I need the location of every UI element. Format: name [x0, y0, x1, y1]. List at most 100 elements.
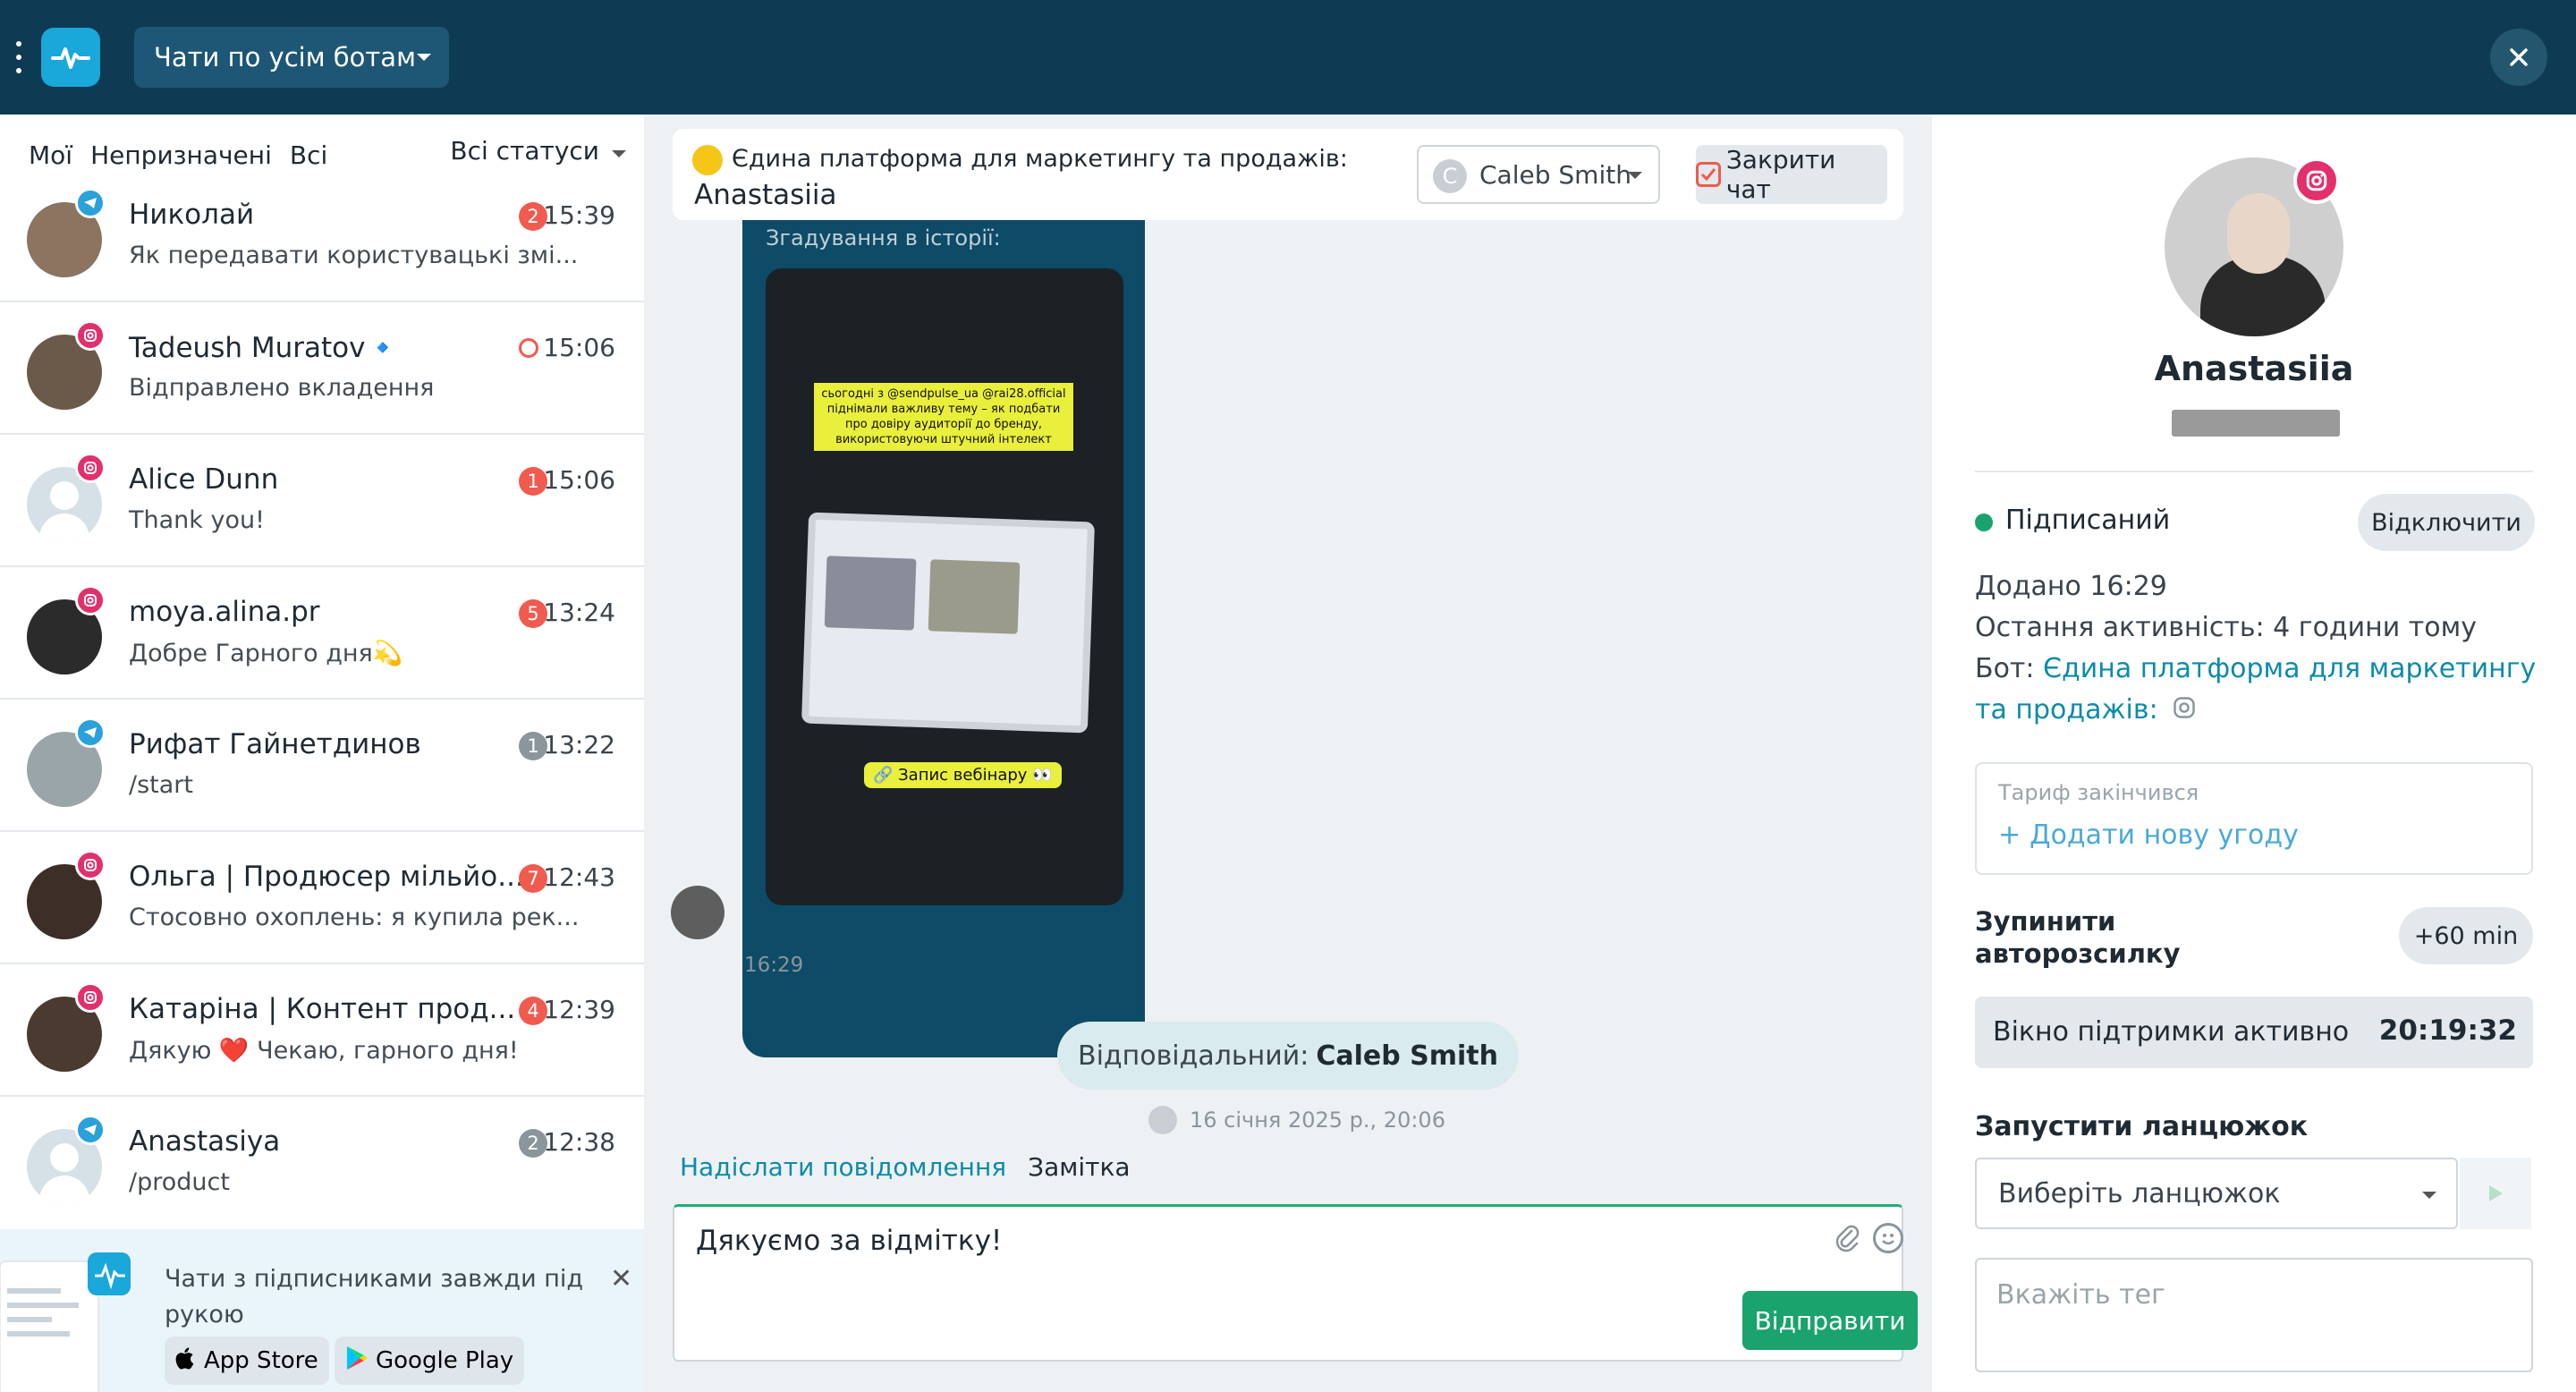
story-label: Згадування в історії:: [766, 225, 1001, 250]
filter-unassigned[interactable]: Непризначені: [90, 140, 272, 170]
bot-info-line2: та продажів:: [1975, 694, 2197, 727]
tag-input[interactable]: Вкажіть тег: [1975, 1258, 2533, 1372]
responsible-name: Caleb Smith: [1316, 1040, 1498, 1072]
mobile-app-promo: Чати з підписниками завжди під рукою App…: [0, 1229, 644, 1392]
responsible-notice: Відповідальний: Caleb Smith: [1057, 1022, 1519, 1090]
chat-last-message: Відправлено вкладення: [129, 374, 435, 402]
message-composer[interactable]: Дякуємо за відмітку! Відправити: [673, 1204, 1918, 1362]
instagram-icon: [2293, 157, 2340, 204]
chat-list-item[interactable]: Рифат Гайнетдинов /start 1 13:22: [0, 700, 644, 832]
stop-autosend-label: Зупинити авторозсилку: [1975, 906, 2181, 969]
check-icon: [1696, 162, 1721, 187]
story-mention-message: Згадування в історії: сьогодні з @sendpu…: [742, 209, 1145, 1057]
chat-name: Tadeush Muratov🔹: [129, 332, 401, 364]
event-date-text: 16 січня 2025 р., 20:06: [1190, 1108, 1445, 1133]
paperclip-icon[interactable]: [1834, 1223, 1860, 1261]
close-chat-label: Закрити чат: [1725, 145, 1836, 204]
tag-input-placeholder: Вкажіть тег: [1996, 1279, 2165, 1311]
filter-mine[interactable]: Мої: [29, 140, 72, 170]
top-bar: Чати по усім ботам: [0, 0, 2576, 115]
chat-list-item[interactable]: moya.alina.pr Добре Гарного дня💫 5 13:24: [0, 567, 644, 700]
instagram-icon: [75, 850, 106, 880]
bot-info: Бот: Єдина платформа для маркетингу: [1975, 653, 2536, 684]
instagram-icon: [75, 320, 106, 351]
close-icon[interactable]: ✕: [610, 1263, 632, 1294]
status-ring-icon: [519, 338, 538, 358]
bot-title: Єдина платформа для маркетингу та продаж…: [732, 145, 1348, 173]
bot-link[interactable]: Єдина платформа для маркетингу: [2043, 653, 2536, 684]
plus-60-min-button[interactable]: +60 min: [2399, 907, 2533, 964]
bot-link[interactable]: та продажів:: [1975, 694, 2158, 726]
menu-dots-icon[interactable]: [14, 41, 23, 73]
deal-box: Тариф закінчився + Додати нову угоду: [1975, 762, 2533, 875]
chat-name: Ольга | Продюсер мільйо...: [129, 861, 524, 893]
filter-all[interactable]: Всі: [290, 140, 327, 170]
composer-tabs: Надіслати повідомлення Замітка: [680, 1152, 1152, 1191]
disconnect-button[interactable]: Відключити: [2358, 494, 2535, 551]
chain-select-value: Виберіть ланцюжок: [1998, 1177, 2281, 1210]
chat-list-item[interactable]: Alice Dunn Thank you! 1 15:06: [0, 435, 644, 567]
chat-time: 13:22: [543, 730, 615, 760]
chat-list-item[interactable]: Ольга | Продюсер мільйо... Стосовно охоп…: [0, 832, 644, 964]
chevron-down-icon: [417, 54, 431, 61]
assignee-selector[interactable]: C Caleb Smith: [1417, 145, 1660, 204]
status-filter[interactable]: Всі статуси: [450, 136, 626, 166]
story-caption: сьогодні з @sendpulse_ua @rai28.official…: [814, 383, 1073, 451]
chat-time: 12:43: [543, 862, 615, 892]
chat-last-message: Thank you!: [129, 506, 265, 534]
google-play-label: Google Play: [376, 1347, 514, 1374]
bot-selector[interactable]: Чати по усім ботам: [134, 27, 449, 88]
emoji-icon[interactable]: [1873, 1223, 1903, 1253]
profile-name: Anastasiia: [2154, 349, 2354, 388]
chat-list-item[interactable]: Tadeush Muratov🔹 Відправлено вкладення 1…: [0, 302, 644, 435]
chat-time: 12:39: [543, 995, 615, 1024]
divider: [1975, 471, 2533, 472]
app-logo-icon[interactable]: [41, 28, 100, 87]
event-date: 16 січня 2025 р., 20:06: [1148, 1104, 1445, 1136]
contact-name: Anastasiia: [694, 179, 837, 211]
chat-name: Alice Dunn: [129, 463, 279, 496]
google-play-button[interactable]: Google Play: [335, 1337, 525, 1385]
chat-last-message: Стосовно охоплень: я купила рек...: [129, 904, 580, 931]
added-time: Додано 16:29: [1975, 571, 2167, 602]
chain-select[interactable]: Виберіть ланцюжок: [1975, 1158, 2458, 1229]
send-button[interactable]: Відправити: [1742, 1291, 1918, 1350]
chat-name: moya.alina.pr: [129, 596, 320, 628]
close-icon[interactable]: [2490, 29, 2547, 86]
status-filter-label: Всі статуси: [450, 136, 599, 166]
chat-name: Николай: [129, 199, 255, 231]
chevron-down-icon: [612, 150, 626, 157]
story-image[interactable]: сьогодні з @sendpulse_ua @rai28.official…: [766, 268, 1123, 905]
instagram-icon: [2172, 695, 2197, 727]
chat-last-message: Дякую ❤️ Чекаю, гарного дня!: [129, 1037, 519, 1065]
bot-prefix: Бот:: [1975, 653, 2035, 684]
instagram-icon: [75, 453, 106, 483]
app-store-button[interactable]: App Store: [165, 1337, 329, 1385]
chevron-down-icon: [2422, 1192, 2436, 1199]
chat-time: 13:24: [543, 598, 615, 627]
promo-text: Чати з підписниками завжди під рукою: [165, 1265, 584, 1328]
tab-send-message[interactable]: Надіслати повідомлення: [680, 1152, 1006, 1191]
telegram-icon: [75, 717, 106, 748]
app-preview-image: [0, 1252, 131, 1392]
instagram-icon: [75, 982, 106, 1013]
chat-name: Катаріна | Контент прод...: [129, 993, 516, 1025]
plus-icon: +: [1998, 819, 2021, 851]
chat-list-item[interactable]: Николай Як передавати користувацькі змі.…: [0, 170, 644, 302]
add-deal-button[interactable]: + Додати нову угоду: [1998, 819, 2299, 851]
message-input[interactable]: Дякуємо за відмітку!: [696, 1225, 1002, 1257]
bot-selector-label: Чати по усім ботам: [154, 42, 416, 72]
chat-list-panel: Мої Непризначені Всі Всі статуси Николай…: [0, 115, 644, 1392]
tab-note[interactable]: Замітка: [1028, 1152, 1130, 1191]
chat-list-item[interactable]: Anastasiya /product 2 12:38: [0, 1097, 644, 1229]
chain-title: Запустити ланцюжок: [1975, 1111, 2309, 1142]
close-chat-button[interactable]: Закрити чат: [1696, 145, 1887, 204]
play-icon[interactable]: [2460, 1158, 2531, 1229]
assignee-avatar: C: [1433, 159, 1467, 193]
chat-list-item[interactable]: Катаріна | Контент прод... Дякую ❤️ Чека…: [0, 964, 644, 1097]
chat-time: 12:38: [543, 1127, 615, 1157]
conversation-panel: Згадування в історії: сьогодні з @sendpu…: [644, 115, 1932, 1392]
chat-name: Anastasiya: [129, 1125, 281, 1158]
status-dot-icon: [1975, 514, 1993, 531]
telegram-icon: [75, 1115, 106, 1145]
